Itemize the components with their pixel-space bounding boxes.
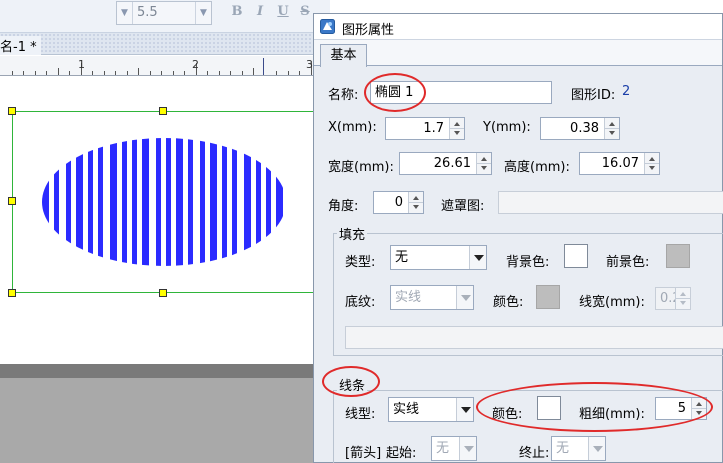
spin-arrows-icon[interactable]: [644, 153, 659, 174]
line-type-select[interactable]: 实线: [388, 397, 474, 422]
line-width-label: 线宽(mm):: [579, 295, 645, 310]
height-label: 高度(mm):: [504, 160, 570, 175]
arrow-end-value: 无: [556, 441, 570, 456]
arrow-start-value: 无: [436, 441, 450, 456]
app-icon: [320, 19, 335, 34]
fill-type-label: 类型:: [345, 255, 376, 270]
arrow-label: [箭头]: [345, 446, 382, 461]
spin-arrows-icon[interactable]: [408, 192, 423, 213]
document-tab-strip: 名-1 *: [0, 33, 330, 55]
resize-handle-bottom-left[interactable]: [8, 289, 16, 297]
horizontal-ruler: 1 2 3: [0, 56, 316, 76]
pattern-value: 实线: [395, 290, 422, 305]
underline-button[interactable]: U: [275, 4, 291, 20]
height-value: 16.07: [601, 156, 639, 171]
tab-basic[interactable]: 基本: [320, 44, 367, 67]
thickness-stepper[interactable]: 5: [655, 397, 707, 420]
spin-arrows-icon[interactable]: [675, 288, 690, 309]
chevron-down-icon[interactable]: [456, 398, 473, 421]
ruler-position-marker: [263, 58, 264, 75]
fg-color-swatch[interactable]: [666, 244, 690, 268]
line-color-swatch[interactable]: [537, 396, 561, 420]
height-stepper[interactable]: 16.07: [579, 152, 660, 175]
shape-id-value: 2: [622, 84, 631, 99]
x-label: X(mm):: [328, 120, 377, 135]
chevron-down-icon[interactable]: [588, 437, 605, 460]
fill-color-swatch[interactable]: [536, 285, 560, 309]
bg-color-label: 背景色:: [506, 255, 550, 270]
selection-box: [12, 111, 314, 293]
shape-id-label: 图形ID:: [571, 88, 616, 103]
spin-arrows-icon[interactable]: [604, 118, 619, 139]
dialog-title: 图形属性: [342, 23, 395, 38]
width-label: 宽度(mm):: [328, 160, 394, 175]
arrow-start-select[interactable]: 无: [431, 436, 477, 461]
thickness-label: 粗细(mm):: [579, 407, 645, 422]
y-stepper[interactable]: 0.38: [540, 117, 620, 140]
chevron-down-icon[interactable]: [456, 286, 473, 309]
line-width-stepper[interactable]: 0.26: [655, 287, 691, 310]
x-value: 1.7: [423, 121, 444, 136]
line-type-label: 线型:: [345, 407, 376, 422]
spin-arrows-icon[interactable]: [476, 153, 491, 174]
resize-handle-top[interactable]: [159, 107, 167, 115]
strikethrough-button[interactable]: S: [297, 4, 313, 20]
fill-type-select[interactable]: 无: [390, 245, 487, 270]
resize-handle-left[interactable]: [8, 197, 16, 205]
canvas-bottom-edge: [0, 364, 316, 378]
fill-type-value: 无: [395, 250, 409, 265]
chevron-down-icon[interactable]: [459, 437, 476, 460]
line-type-value: 实线: [393, 402, 420, 417]
fill-color-label: 颜色:: [493, 295, 524, 310]
bold-button[interactable]: B: [229, 4, 245, 20]
fill-preview-box: [345, 326, 723, 349]
spin-arrows-icon[interactable]: [691, 398, 706, 419]
line-group-label: 线条: [337, 375, 368, 394]
ruler-number: 3: [306, 58, 313, 71]
ruler-number: 1: [78, 58, 85, 71]
shape-properties-dialog: 图形属性 基本 名称: 椭圆 1 图形ID: 2 X(mm): 1.7 Y(mm…: [313, 13, 723, 463]
x-stepper[interactable]: 1.7: [385, 117, 465, 140]
mask-image-field[interactable]: [498, 191, 723, 214]
bg-color-swatch[interactable]: [564, 244, 588, 268]
y-value: 0.38: [570, 121, 599, 136]
angle-label: 角度:: [328, 199, 359, 214]
spin-arrows-icon[interactable]: [449, 118, 464, 139]
thickness-value: 5: [677, 401, 686, 416]
name-input[interactable]: 椭圆 1: [370, 81, 552, 104]
fg-color-label: 前景色:: [606, 255, 650, 270]
font-size-value: 5.5: [137, 5, 158, 20]
dialog-tab-strip: 基本: [314, 40, 722, 67]
ruler-number: 2: [192, 58, 199, 71]
chevron-down-icon[interactable]: [469, 246, 486, 269]
chevron-down-icon[interactable]: ▼: [117, 2, 133, 24]
document-tab[interactable]: 名-1 *: [0, 36, 41, 55]
width-value: 26.61: [433, 156, 471, 171]
chevron-down-icon[interactable]: ▼: [195, 2, 211, 24]
pattern-select[interactable]: 实线: [390, 285, 474, 310]
angle-value: 0: [394, 195, 403, 210]
workspace-background: [0, 378, 316, 463]
y-label: Y(mm):: [483, 120, 531, 135]
dialog-titlebar[interactable]: 图形属性: [314, 14, 722, 40]
arrow-start-label: 起始:: [386, 446, 417, 461]
name-label: 名称:: [328, 88, 359, 103]
font-size-combo[interactable]: ▼ 5.5 ▼: [116, 1, 212, 25]
angle-stepper[interactable]: 0: [373, 191, 424, 214]
resize-handle-bottom[interactable]: [159, 289, 167, 297]
line-color-label: 颜色:: [492, 407, 523, 422]
width-stepper[interactable]: 26.61: [399, 152, 492, 175]
arrow-end-select[interactable]: 无: [551, 436, 606, 461]
fill-group-label: 填充: [337, 224, 368, 243]
mask-label: 遮罩图:: [441, 199, 485, 214]
arrow-end-label: 终止:: [519, 446, 550, 461]
italic-button[interactable]: I: [252, 4, 268, 20]
resize-handle-top-left[interactable]: [8, 107, 16, 115]
editor-toolbar: ▼ 5.5 ▼ B I U S: [0, 0, 330, 33]
pattern-label: 底纹:: [345, 295, 376, 310]
